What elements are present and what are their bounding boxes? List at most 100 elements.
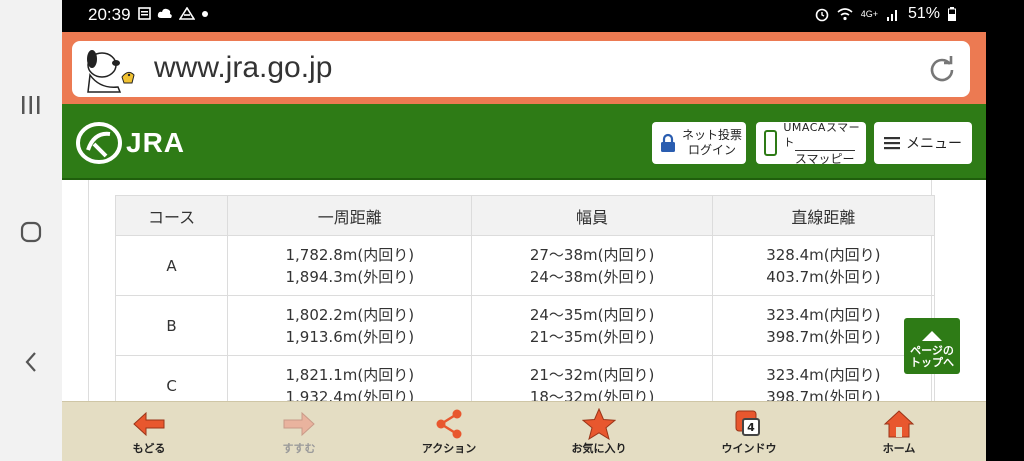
straight-cell: 323.4m(内回り) 398.7m(外回り) (711, 295, 936, 356)
cell-line: 24〜38m(外回り) (529, 267, 655, 286)
recent-apps-icon (22, 96, 40, 114)
forward-label: すすむ (282, 442, 316, 455)
arrow-left-icon (133, 411, 165, 437)
signal-strength-icon (886, 10, 897, 21)
up-arrow-icon (922, 331, 942, 341)
arrow-right-icon (283, 411, 315, 437)
cell-line: 398.7m(外回り) (766, 327, 881, 346)
hamburger-icon (884, 137, 900, 150)
system-back-button[interactable] (0, 345, 62, 379)
browser-url-area: www.jra.go.jp (62, 32, 986, 104)
cell-line: 1,913.6m(外回り) (285, 327, 415, 346)
cell-line: 328.4m(内回り) (766, 245, 881, 264)
notification-cloud-icon (157, 8, 172, 18)
lap-cell: 1,821.1m(内回り) 1,932.4m(外回り) (227, 355, 473, 402)
window-button[interactable]: 4 ウインドウ (704, 408, 794, 458)
width-cell: 27〜38m(内回り) 24〜38m(外回り) (471, 235, 713, 296)
straight-cell: 323.4m(内回り) 398.7m(外回り) (711, 355, 936, 402)
home-circle-icon (20, 221, 42, 243)
back-button[interactable]: もどる (104, 408, 194, 458)
course-cell: A (114, 235, 229, 296)
cell-line: 27〜38m(内回り) (529, 245, 655, 264)
lap-cell: 1,782.8m(内回り) 1,894.3m(外回り) (227, 235, 473, 296)
lock-icon (661, 133, 675, 152)
jra-logo[interactable]: JRA (76, 122, 185, 164)
page-content: コース 一周距離 幅員 直線距離 A 1,782.8m(内回り) 1,894.3m… (62, 180, 986, 401)
window-label: ウインドウ (721, 442, 777, 455)
battery-percent: 51% (907, 5, 940, 22)
cell-line: 21〜35m(外回り) (529, 327, 655, 346)
system-home-button[interactable] (0, 215, 62, 249)
house-icon (883, 410, 915, 438)
forward-button[interactable]: すすむ (254, 408, 344, 458)
menu-label: メニュー (906, 136, 962, 152)
table-header-row: コース 一周距離 幅員 直線距離 (114, 195, 936, 236)
action-button[interactable]: アクション (404, 408, 494, 458)
network-type-label: 4G+ (860, 8, 878, 19)
notification-app-icon (179, 7, 195, 20)
system-nav-rail (0, 0, 62, 461)
width-cell: 21〜32m(内回り) 18〜32m(外回り) (471, 355, 713, 402)
smartphone-icon (764, 130, 778, 156)
favorite-button[interactable]: お気に入り (554, 408, 644, 458)
header-straight-distance: 直線距離 (711, 195, 936, 236)
table-row: B 1,802.2m(内回り) 1,913.6m(外回り) 24〜35m(内回り)… (114, 295, 936, 356)
logo-text: JRA (126, 127, 186, 158)
login-line1: ネット投票 (682, 128, 743, 142)
course-cell: B (114, 295, 229, 356)
wifi-off-icon (837, 8, 853, 21)
alarm-icon (815, 8, 829, 22)
cell-line: 398.7m(外回り) (766, 387, 881, 402)
cell-line: 1,782.8m(内回り) (285, 245, 415, 264)
straight-cell: 328.4m(内回り) 403.7m(外回り) (711, 235, 936, 296)
cell-line: 403.7m(外回り) (766, 267, 881, 286)
page-top-button[interactable]: ページの トップへ (904, 318, 960, 374)
content-frame: コース 一周距離 幅員 直線距離 A 1,782.8m(内回り) 1,894.3m… (88, 180, 936, 402)
header-lap-distance: 一周距離 (227, 195, 473, 236)
umaca-line2: スマッピー (794, 149, 855, 166)
share-icon (436, 409, 462, 439)
status-bar: 20:39 4G+ 51% (62, 0, 986, 32)
screen-edge (986, 0, 1024, 461)
cell-line: 1,802.2m(内回り) (285, 305, 415, 324)
course-table: コース 一周距離 幅員 直線距離 A 1,782.8m(内回り) 1,894.3m… (114, 195, 936, 402)
notification-dot-icon (202, 10, 208, 17)
url-text[interactable]: www.jra.go.jp (154, 51, 332, 85)
table-row: A 1,782.8m(内回り) 1,894.3m(外回り) 27〜38m(内回り)… (114, 235, 936, 296)
notification-news-icon (138, 7, 151, 20)
reload-icon[interactable] (928, 55, 956, 83)
status-time: 20:39 (88, 5, 131, 24)
header-width: 幅員 (471, 195, 713, 236)
width-cell: 24〜35m(内回り) 21〜35m(外回り) (471, 295, 713, 356)
tab-count-badge: 4 (742, 418, 760, 436)
cell-line: 1,821.1m(内回り) (285, 365, 415, 384)
site-header: JRA ネット投票 ログイン UMACAスマート スマッピー メニュー (62, 104, 986, 180)
header-course: コース (114, 195, 229, 236)
back-label: もどる (132, 442, 166, 455)
pagetop-line2: トップへ (910, 356, 954, 369)
cell-line: 1,932.4m(外回り) (285, 387, 415, 402)
lap-cell: 1,802.2m(内回り) 1,913.6m(外回り) (227, 295, 473, 356)
home-button[interactable]: ホーム (854, 408, 944, 458)
cell-line: 18〜32m(外回り) (529, 387, 655, 402)
back-chevron-icon (25, 352, 36, 372)
battery-icon (948, 7, 956, 21)
course-cell: C (114, 355, 229, 401)
recent-apps-button[interactable] (0, 88, 62, 122)
cell-line: 1,894.3m(外回り) (285, 267, 415, 286)
home-label: ホーム (882, 442, 916, 455)
umaca-smart-button[interactable]: UMACAスマート スマッピー (756, 121, 866, 166)
favorite-label: お気に入り (571, 442, 627, 455)
cell-line: 323.4m(内回り) (766, 365, 881, 384)
cell-line: 21〜32m(内回り) (529, 365, 655, 384)
menu-button[interactable]: メニュー (874, 122, 972, 164)
url-bar[interactable]: www.jra.go.jp (72, 41, 970, 97)
action-label: アクション (421, 442, 477, 455)
cell-line: 323.4m(内回り) (766, 305, 881, 324)
cell-line: 24〜35m(内回り) (529, 305, 655, 324)
browser-toolbar: もどる すすむ アクション お気に入り 4 ウインドウ ホーム (62, 401, 986, 461)
snoopy-icon (87, 50, 135, 93)
net-vote-login-button[interactable]: ネット投票 ログイン (652, 122, 746, 164)
login-line2: ログイン (688, 143, 737, 157)
table-row: C 1,821.1m(内回り) 1,932.4m(外回り) 21〜32m(内回り)… (114, 355, 936, 402)
